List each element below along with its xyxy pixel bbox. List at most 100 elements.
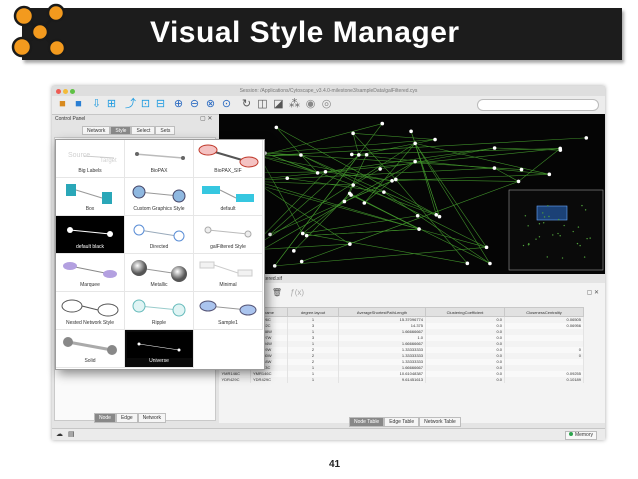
network-node[interactable] — [380, 121, 385, 126]
network-node[interactable] — [516, 179, 521, 184]
network-node[interactable] — [488, 261, 492, 266]
network-node[interactable] — [349, 152, 354, 157]
network-edge[interactable] — [249, 161, 416, 258]
style-option-custom-graphics[interactable]: Custom Graphics Style — [125, 178, 194, 216]
network-node[interactable] — [584, 136, 589, 140]
network-edge[interactable] — [302, 233, 468, 264]
network-node[interactable] — [519, 167, 524, 172]
network-node[interactable] — [299, 153, 303, 157]
tab-sets[interactable]: Sets — [155, 126, 176, 135]
network-node[interactable] — [394, 177, 398, 182]
network-node[interactable] — [415, 213, 420, 218]
style-option-directed[interactable]: Directed — [125, 216, 194, 254]
style-option-nested[interactable]: Nested Network Style — [56, 292, 125, 330]
first-neighbors-icon[interactable]: ◫ — [256, 98, 269, 111]
style-option-biopax-sif[interactable]: BioPAX_SIF — [194, 140, 263, 178]
open-folder-icon[interactable]: ■ — [56, 98, 69, 111]
export-table-icon[interactable]: ⊟ — [154, 98, 167, 111]
network-node[interactable] — [356, 153, 361, 157]
network-edge[interactable] — [353, 133, 436, 140]
hide-selected-icon[interactable]: ◉ — [304, 98, 317, 111]
network-node[interactable] — [342, 199, 347, 204]
style-option-biopax[interactable]: BioPAX — [125, 140, 194, 178]
network-overview-panel[interactable] — [508, 189, 604, 271]
network-edge[interactable] — [276, 127, 437, 216]
network-edge[interactable] — [300, 154, 437, 216]
export-network-icon[interactable]: ⤴ — [124, 98, 137, 111]
network-node[interactable] — [417, 227, 421, 231]
network-node[interactable] — [382, 190, 386, 194]
delete-column-icon[interactable]: 🗑 — [272, 288, 282, 297]
network-node[interactable] — [348, 242, 352, 246]
network-node[interactable] — [390, 179, 394, 183]
style-option-default[interactable]: default — [194, 178, 263, 216]
tab-edge-table[interactable]: Edge Table — [384, 417, 420, 427]
network-node[interactable] — [492, 166, 497, 170]
network-edge[interactable] — [518, 148, 561, 182]
network-edge[interactable] — [259, 155, 303, 234]
network-node[interactable] — [299, 259, 304, 264]
hide-icon[interactable]: ◪ — [272, 98, 285, 111]
function-builder-icon[interactable]: ƒ(x) — [290, 288, 304, 297]
network-node[interactable] — [347, 191, 352, 196]
network-node[interactable] — [362, 201, 367, 205]
network-node[interactable] — [484, 245, 489, 250]
search-input[interactable] — [477, 99, 599, 111]
network-node[interactable] — [304, 233, 309, 238]
zoom-selected-icon[interactable]: ⊙ — [220, 98, 233, 111]
column-header-avg-shortest-path[interactable]: AverageShortestPathLength — [338, 307, 426, 317]
tab-select[interactable]: Select — [131, 126, 156, 135]
network-edge[interactable] — [274, 123, 383, 267]
network-edge[interactable] — [418, 228, 487, 248]
style-option-metallic[interactable]: Metallic — [125, 254, 194, 292]
import-network-icon[interactable]: ⇩ — [90, 98, 103, 111]
table-row[interactable]: YDR429C YDR429C 1 9.61451613 0.0 0.10189 — [219, 377, 584, 383]
memory-button[interactable]: Memory — [564, 431, 597, 440]
network-node[interactable] — [492, 146, 497, 150]
node-table[interactable]: name degree.layout AverageShortestPathLe… — [219, 307, 584, 383]
network-node[interactable] — [413, 141, 417, 146]
network-node[interactable] — [437, 214, 442, 219]
zoom-fit-icon[interactable]: ⊗ — [204, 98, 217, 111]
style-option-ripple[interactable]: Ripple — [125, 292, 194, 330]
column-header-closeness[interactable]: ClosenessCentrality — [504, 307, 584, 317]
tab-network-table[interactable]: Network Table — [419, 417, 461, 427]
save-icon[interactable]: ■ — [72, 98, 85, 111]
network-node[interactable] — [351, 131, 355, 136]
zoom-out-icon[interactable]: ⊖ — [188, 98, 201, 111]
network-edge[interactable] — [301, 181, 519, 262]
refresh-icon[interactable]: ↻ — [240, 98, 253, 111]
network-node[interactable] — [292, 249, 296, 253]
network-node[interactable] — [351, 183, 356, 187]
network-edge[interactable] — [240, 167, 495, 182]
network-node[interactable] — [300, 231, 305, 236]
column-header-clustering[interactable]: ClusteringCoefficient — [425, 307, 505, 317]
network-node[interactable] — [274, 125, 279, 130]
table-panel-controls[interactable]: ▢ ✕ — [587, 289, 599, 296]
style-option-marquee[interactable]: Marquee — [56, 254, 125, 292]
network-edge[interactable] — [351, 154, 550, 175]
overview-viewport[interactable] — [536, 205, 568, 221]
network-node[interactable] — [433, 137, 437, 142]
network-node[interactable] — [413, 159, 417, 164]
network-node[interactable] — [268, 232, 272, 237]
style-option-minimal[interactable]: Minimal — [194, 254, 263, 292]
network-node[interactable] — [409, 129, 413, 134]
zoom-in-icon[interactable]: ⊕ — [172, 98, 185, 111]
network-edge[interactable] — [392, 174, 550, 182]
tab-node-table[interactable]: Node Table — [349, 417, 385, 427]
tab-style[interactable]: Style — [110, 126, 132, 135]
style-option-solid[interactable]: Solid — [56, 330, 125, 368]
style-option-universe[interactable]: Universe — [125, 330, 194, 368]
network-edge[interactable] — [269, 154, 359, 235]
import-table-icon[interactable]: ⊞ — [105, 98, 118, 111]
network-node[interactable] — [364, 152, 369, 157]
panel-float-icon[interactable]: ▢ ✕ — [200, 115, 212, 122]
tab-edge[interactable]: Edge — [115, 413, 138, 423]
style-option-sample1[interactable]: Sample1 — [194, 292, 263, 330]
tab-node[interactable]: Node — [94, 413, 116, 423]
network-node[interactable] — [378, 167, 382, 171]
show-all-icon[interactable]: ⁂ — [288, 98, 301, 111]
network-node[interactable] — [547, 172, 552, 177]
style-option-galfiltered[interactable]: galFiltered Style — [194, 216, 263, 254]
